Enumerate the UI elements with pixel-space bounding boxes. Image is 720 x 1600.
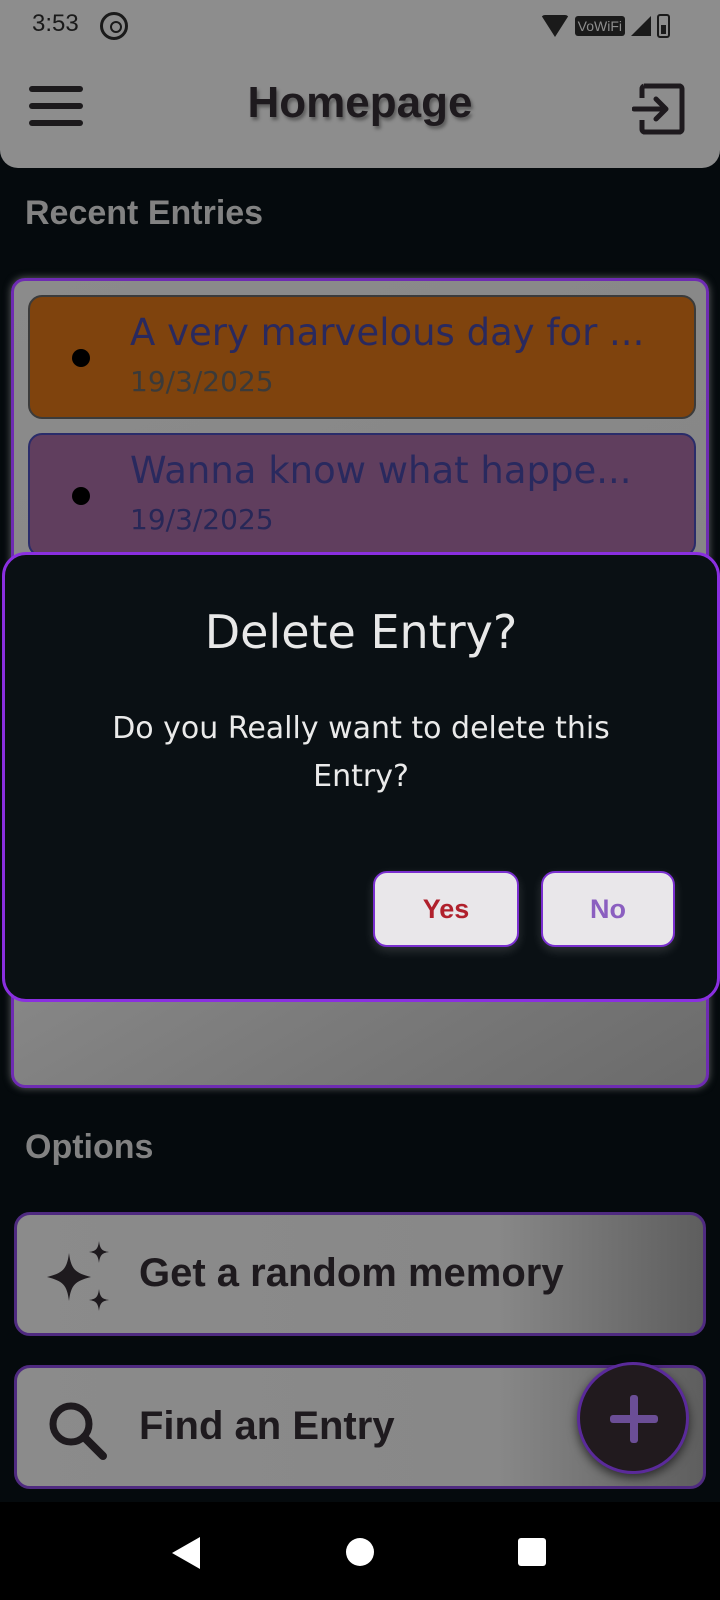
random-memory-button[interactable]: Get a random memory	[14, 1212, 706, 1336]
page-title: Homepage	[247, 78, 473, 127]
entry-date: 19/3/2025	[130, 365, 274, 398]
vowifi-badge: VoWiFi	[574, 16, 625, 36]
status-bar: 3:53 VoWiFi	[0, 0, 720, 54]
signal-icon	[631, 16, 651, 36]
entry-date: 19/3/2025	[130, 503, 274, 536]
random-memory-label: Get a random memory	[139, 1251, 564, 1295]
search-icon	[49, 1402, 107, 1460]
sparkles-icon	[47, 1241, 109, 1311]
entry-title: A very marvelous day for ...	[130, 311, 645, 354]
battery-icon	[657, 14, 670, 38]
dialog-title: Delete Entry?	[204, 605, 518, 659]
add-entry-button[interactable]	[577, 1362, 689, 1474]
app-bar: Homepage	[0, 54, 720, 168]
bullet-icon	[72, 487, 90, 505]
wifi-icon	[540, 15, 569, 37]
system-icons: VoWiFi	[540, 14, 670, 38]
entry-card[interactable]: Wanna know what happe... 19/3/2025	[28, 433, 696, 557]
entry-title: Wanna know what happe...	[130, 449, 632, 492]
entry-card[interactable]: A very marvelous day for ... 19/3/2025	[28, 295, 696, 419]
whatsapp-icon	[100, 12, 128, 40]
home-icon[interactable]	[346, 1538, 374, 1566]
back-icon[interactable]	[172, 1537, 200, 1569]
delete-dialog: Delete Entry? Do you Really want to dele…	[2, 552, 720, 1002]
find-entry-label: Find an Entry	[139, 1404, 395, 1448]
no-button[interactable]: No	[541, 871, 675, 947]
dialog-message: Do you Really want to delete this Entry?	[112, 711, 610, 794]
logout-icon[interactable]	[632, 82, 686, 136]
recent-entries-heading: Recent Entries	[25, 194, 264, 232]
recents-icon[interactable]	[518, 1538, 546, 1566]
status-time: 3:53	[32, 10, 79, 37]
yes-button[interactable]: Yes	[373, 871, 519, 947]
navigation-bar	[0, 1502, 720, 1600]
options-heading: Options	[25, 1128, 154, 1166]
bullet-icon	[72, 349, 90, 367]
